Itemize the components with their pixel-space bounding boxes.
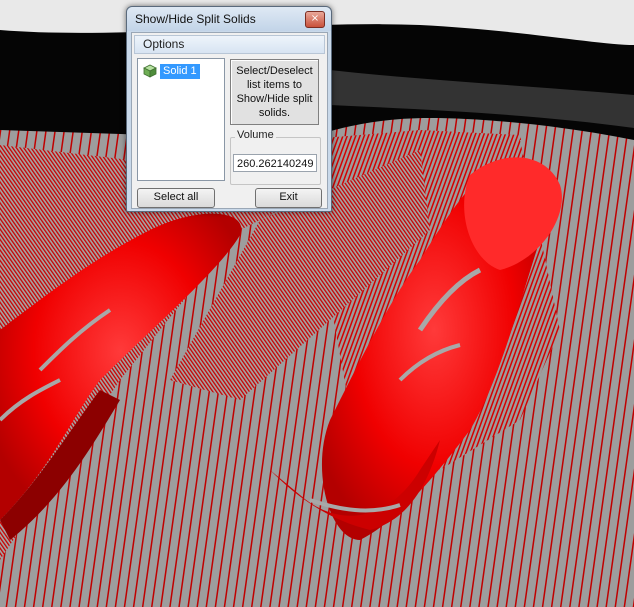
close-icon: × xyxy=(310,13,320,24)
instructions-text: Select/Deselect list items to Show/Hide … xyxy=(230,59,319,125)
dialog-title: Show/Hide Split Solids xyxy=(135,12,256,26)
volume-group: Volume 260.262140249 xyxy=(230,129,321,185)
show-hide-split-solids-dialog: Show/Hide Split Solids × Options Solid 1… xyxy=(126,6,332,212)
split-solids-listbox[interactable]: Solid 1 xyxy=(137,58,225,181)
close-button[interactable]: × xyxy=(305,11,325,28)
volume-field[interactable]: 260.262140249 xyxy=(233,154,317,172)
select-all-button[interactable]: Select all xyxy=(137,188,215,208)
options-header-label: Options xyxy=(143,37,185,51)
volume-label: Volume xyxy=(235,129,276,141)
instructions-label: Select/Deselect list items to Show/Hide … xyxy=(236,65,313,119)
dialog-client-area: Options Solid 1 Select/Deselect list ite… xyxy=(131,32,328,209)
dialog-titlebar[interactable]: Show/Hide Split Solids × xyxy=(127,7,331,31)
options-group-header: Options xyxy=(134,35,325,54)
list-item-label: Solid 1 xyxy=(160,63,200,79)
exit-button[interactable]: Exit xyxy=(255,188,322,208)
cube-icon xyxy=(143,64,157,78)
list-item[interactable]: Solid 1 xyxy=(142,63,200,79)
